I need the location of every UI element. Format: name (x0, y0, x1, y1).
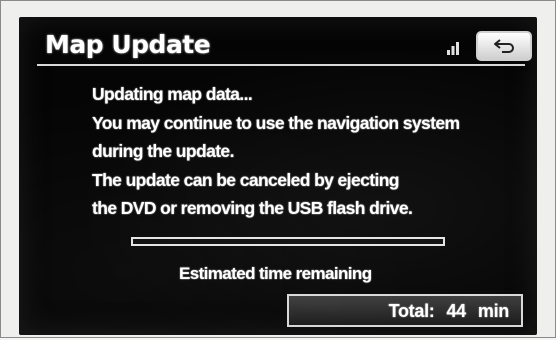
back-button[interactable] (476, 31, 532, 61)
total-unit: min (477, 301, 509, 321)
message-line: You may continue to use the navigation s… (92, 112, 460, 133)
total-time-display: Total: 44 min (287, 294, 523, 327)
signal-icon (446, 40, 460, 56)
total-time-text: Total: 44 min (388, 301, 510, 322)
update-message: Updating map data... You may continue to… (92, 80, 512, 223)
message-line: during the update. (92, 141, 234, 161)
manual-figure-frame: Map Update Updating map data... You may … (0, 0, 556, 338)
update-progress-bar (131, 237, 445, 246)
return-arrow-icon (494, 39, 514, 53)
estimated-time-label: Estimated time remaining (179, 264, 372, 283)
total-value: 44 (446, 301, 466, 321)
total-label: Total: (388, 301, 435, 321)
page-title: Map Update (45, 30, 211, 59)
title-divider (37, 64, 525, 66)
navigation-screen: Map Update Updating map data... You may … (19, 17, 537, 335)
message-line: Updating map data... (92, 84, 253, 104)
title-bar: Map Update (29, 28, 532, 70)
message-line: The update can be canceled by ejecting (92, 169, 399, 190)
message-line: the DVD or removing the USB flash drive. (92, 198, 413, 218)
